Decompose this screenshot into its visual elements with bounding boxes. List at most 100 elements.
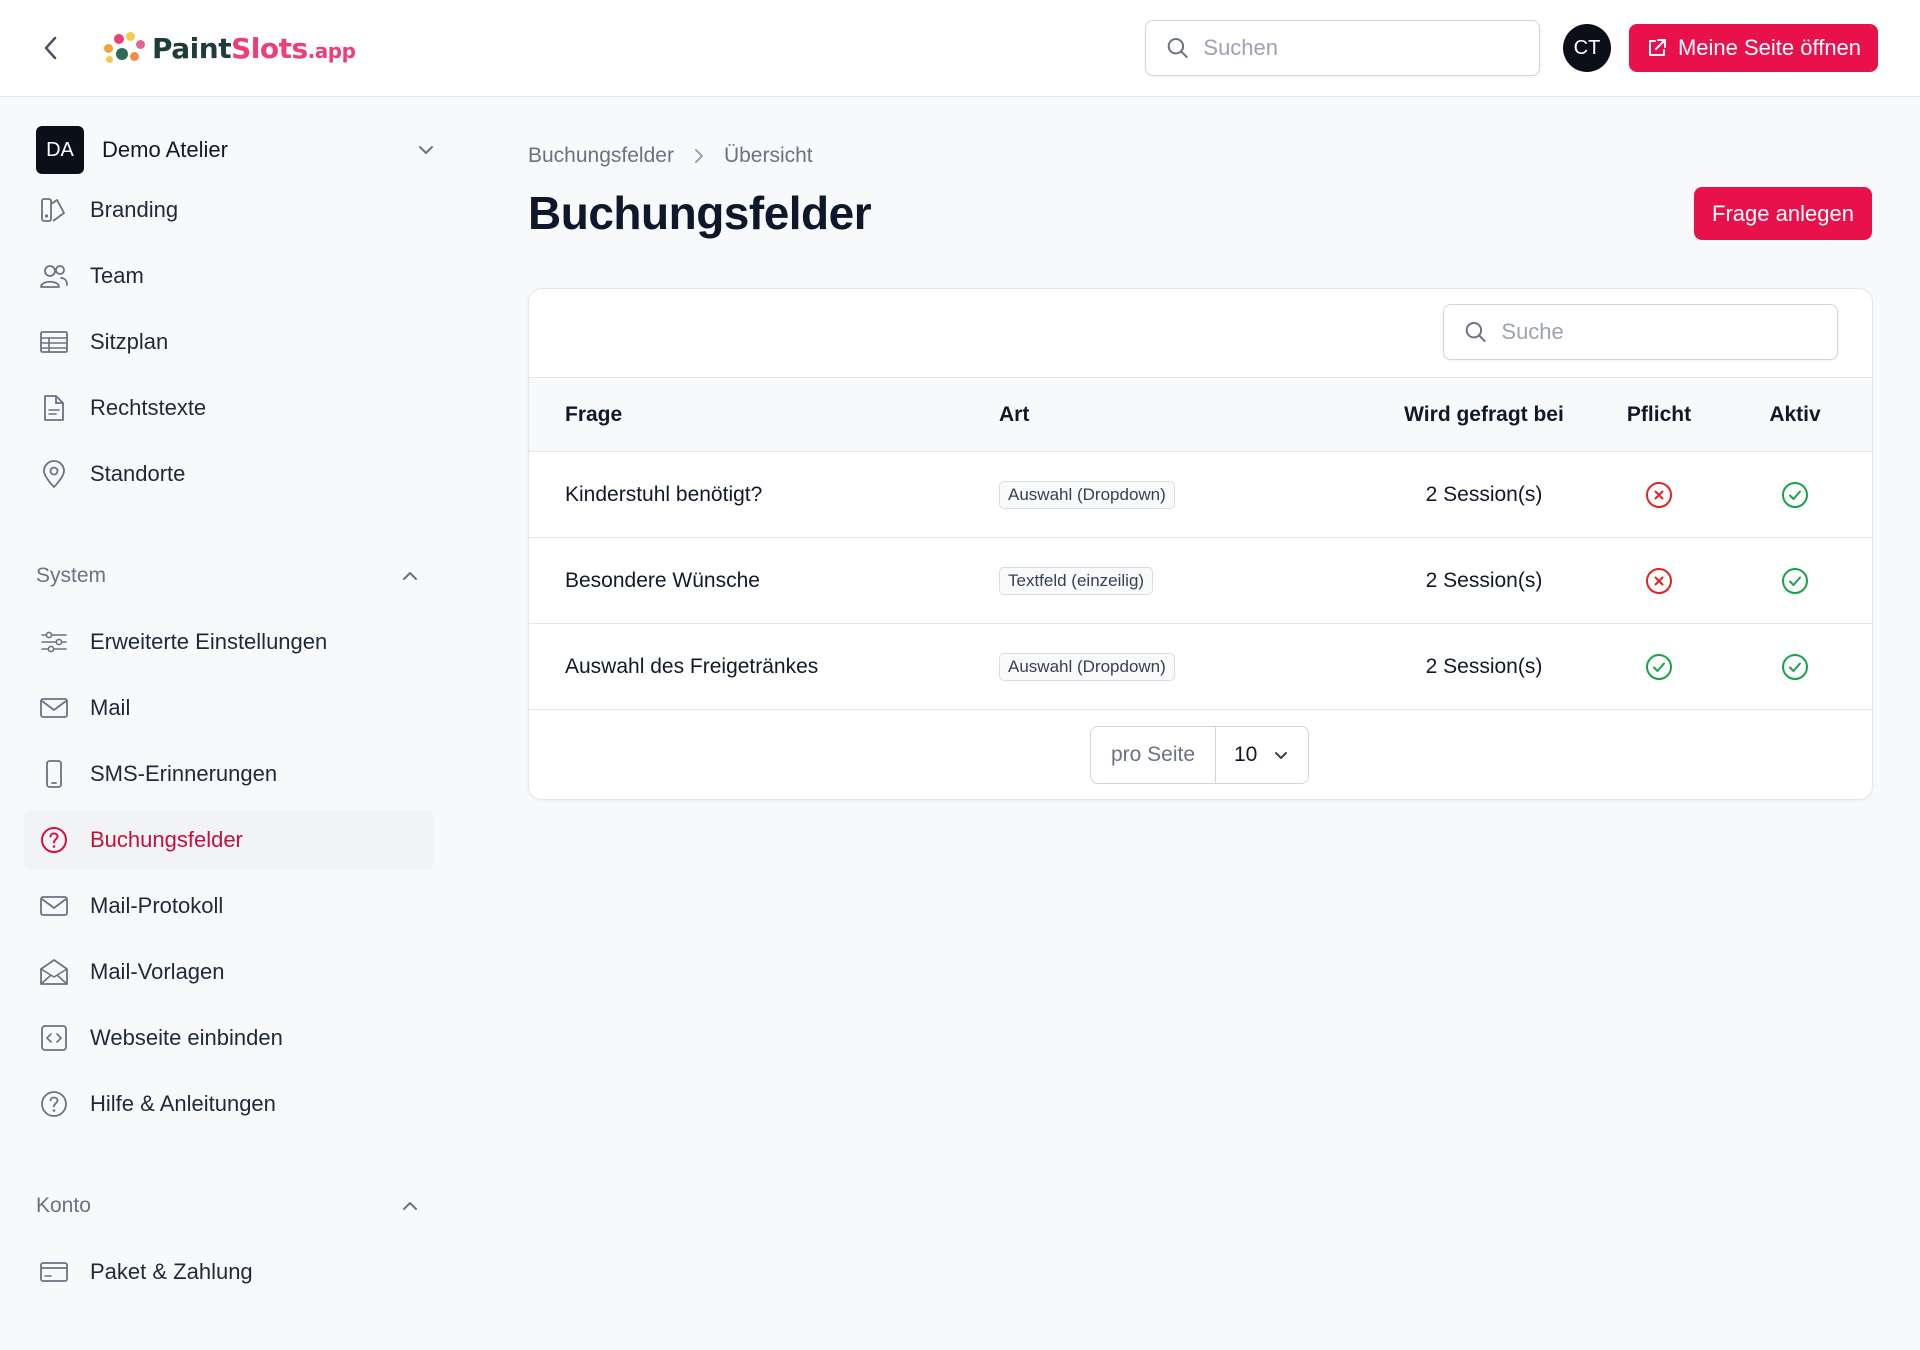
branding-icon: [41, 198, 65, 222]
section-konto-toggle[interactable]: Konto: [36, 1186, 420, 1226]
cell-frage: Kinderstuhl benötigt?: [565, 482, 763, 506]
open-my-page-label: Meine Seite öffnen: [1677, 35, 1862, 60]
type-badge: Auswahl (Dropdown): [999, 480, 1175, 509]
phone-icon: [46, 760, 62, 788]
sidebar-item-standorte[interactable]: Standorte: [24, 444, 434, 504]
external-link-icon: [1648, 39, 1666, 56]
sidebar-item-label: Team: [90, 263, 144, 288]
table-row[interactable]: Kinderstuhl benötigt? Auswahl (Dropdown)…: [529, 452, 1872, 538]
check-circle-icon: [1643, 651, 1675, 683]
sidebar-item-label: Hilfe & Anleitungen: [90, 1091, 276, 1116]
sidebar-item-mail[interactable]: Mail: [24, 678, 434, 738]
check-circle-icon: [1779, 565, 1811, 597]
search-icon: [1465, 322, 1486, 342]
column-header-art[interactable]: Art: [999, 378, 1029, 451]
sidebar-item-label: Sitzplan: [90, 329, 169, 354]
breadcrumb: Buchungsfelder Übersicht: [528, 144, 813, 168]
sidebar-item-buchungsfelder[interactable]: Buchungsfelder: [24, 810, 434, 870]
users-icon: [40, 265, 68, 288]
mail-icon: [40, 698, 68, 718]
column-header-wird-gefragt-bei[interactable]: Wird gefragt bei: [1359, 378, 1609, 451]
mail-open-icon: [40, 959, 68, 985]
column-header-frage[interactable]: Frage: [565, 378, 622, 451]
sidebar-item-label: Branding: [90, 197, 179, 222]
table-header: Frage Art Wird gefragt bei Pflicht Aktiv: [529, 377, 1872, 452]
table-icon: [40, 331, 68, 353]
org-name: Demo Atelier: [102, 137, 228, 162]
cell-sessions: 2 Session(s): [1425, 482, 1543, 506]
document-icon: [44, 395, 64, 421]
code-icon: [41, 1025, 67, 1051]
sidebar-item-paket-zahlung[interactable]: Paket & Zahlung: [24, 1242, 434, 1302]
org-avatar: DA: [36, 126, 84, 174]
booking-fields-table-card: Frage Art Wird gefragt bei Pflicht Aktiv…: [528, 288, 1873, 800]
sidebar-item-erweiterte-einstellungen[interactable]: Erweiterte Einstellungen: [24, 612, 434, 672]
chevron-right-icon: [694, 149, 703, 163]
mail-icon: [40, 896, 68, 916]
sidebar-item-branding[interactable]: Branding: [24, 180, 434, 240]
sidebar-item-label: Webseite einbinden: [90, 1025, 283, 1050]
app-logo[interactable]: PaintSlots.app: [100, 28, 356, 68]
per-page-select[interactable]: 10: [1216, 727, 1308, 783]
type-badge: Textfeld (einzeilig): [999, 566, 1154, 595]
sidebar-item-team[interactable]: Team: [24, 246, 434, 306]
logo-wordmark: PaintSlots.app: [152, 31, 356, 65]
cell-frage: Besondere Wünsche: [565, 568, 760, 592]
breadcrumb-item-buchungsfelder[interactable]: Buchungsfelder: [528, 144, 674, 168]
chevron-up-icon: [403, 572, 417, 580]
chevron-down-icon: [419, 146, 433, 154]
help-icon: [41, 1091, 67, 1117]
cell-sessions: 2 Session(s): [1425, 654, 1543, 678]
question-icon: [41, 827, 67, 853]
sidebar-item-mail-vorlagen[interactable]: Mail-Vorlagen: [24, 942, 434, 1002]
sidebar-item-label: Mail-Protokoll: [90, 893, 224, 918]
cell-frage: Auswahl des Freigetränkes: [565, 654, 819, 678]
cell-sessions: 2 Session(s): [1425, 568, 1543, 592]
sidebar-item-label: Mail: [90, 695, 131, 720]
sidebar-item-hilfe[interactable]: Hilfe & Anleitungen: [24, 1074, 434, 1134]
sidebar-item-label: Buchungsfelder: [90, 827, 243, 852]
section-konto-title: Konto: [36, 1194, 91, 1217]
top-bar: PaintSlots.app CT Meine Seite öffnen: [0, 0, 1920, 97]
table-row[interactable]: Besondere Wünsche Textfeld (einzeilig) 2…: [529, 538, 1872, 624]
sidebar-item-label: Standorte: [90, 461, 186, 486]
table-search[interactable]: [1443, 304, 1838, 360]
section-system-title: System: [36, 564, 107, 587]
sidebar-item-label: Erweiterte Einstellungen: [90, 629, 328, 654]
user-avatar[interactable]: CT: [1563, 24, 1611, 72]
sidebar-item-mail-protokoll[interactable]: Mail-Protokoll: [24, 876, 434, 936]
x-circle-icon: [1643, 565, 1675, 597]
org-switcher[interactable]: DA Demo Atelier: [36, 126, 446, 174]
chevron-down-icon: [1275, 752, 1287, 759]
sidebar-item-rechtstexte[interactable]: Rechtstexte: [24, 378, 434, 438]
logo-mark: [100, 28, 146, 68]
search-icon: [1167, 38, 1188, 58]
per-page-value: 10: [1234, 743, 1258, 766]
sidebar-item-label: Paket & Zahlung: [90, 1259, 253, 1284]
sidebar-item-sms-erinnerungen[interactable]: SMS-Erinnerungen: [24, 744, 434, 804]
sidebar-item-sitzplan[interactable]: Sitzplan: [24, 312, 434, 372]
sidebar-item-webseite-einbinden[interactable]: Webseite einbinden: [24, 1008, 434, 1068]
sidebar-item-label: Rechtstexte: [90, 395, 207, 420]
create-question-button[interactable]: Frage anlegen: [1694, 187, 1872, 240]
table-row[interactable]: Auswahl des Freigetränkes Auswahl (Dropd…: [529, 624, 1872, 710]
column-header-aktiv[interactable]: Aktiv: [1735, 378, 1855, 451]
x-circle-icon: [1643, 479, 1675, 511]
table-search-input[interactable]: [1501, 319, 1837, 345]
sidebar-item-label: Mail-Vorlagen: [90, 959, 225, 984]
per-page-control: pro Seite 10: [1090, 726, 1309, 784]
page-title: Buchungsfelder: [528, 187, 872, 239]
open-my-page-button[interactable]: Meine Seite öffnen: [1629, 24, 1878, 72]
chevron-up-icon: [403, 1202, 417, 1210]
chevron-left-icon: [44, 36, 57, 60]
sidebar-item-label: SMS-Erinnerungen: [90, 761, 278, 786]
global-search[interactable]: [1145, 20, 1540, 76]
sidebar: DA Demo Atelier Branding Team Sitzplan R…: [0, 98, 460, 1350]
section-system-toggle[interactable]: System: [36, 556, 420, 596]
global-search-input[interactable]: [1203, 35, 1539, 61]
map-pin-icon: [43, 460, 65, 488]
credit-card-icon: [40, 1262, 68, 1282]
per-page-label: pro Seite: [1091, 727, 1216, 783]
back-button[interactable]: [36, 30, 66, 66]
column-header-pflicht[interactable]: Pflicht: [1599, 378, 1719, 451]
